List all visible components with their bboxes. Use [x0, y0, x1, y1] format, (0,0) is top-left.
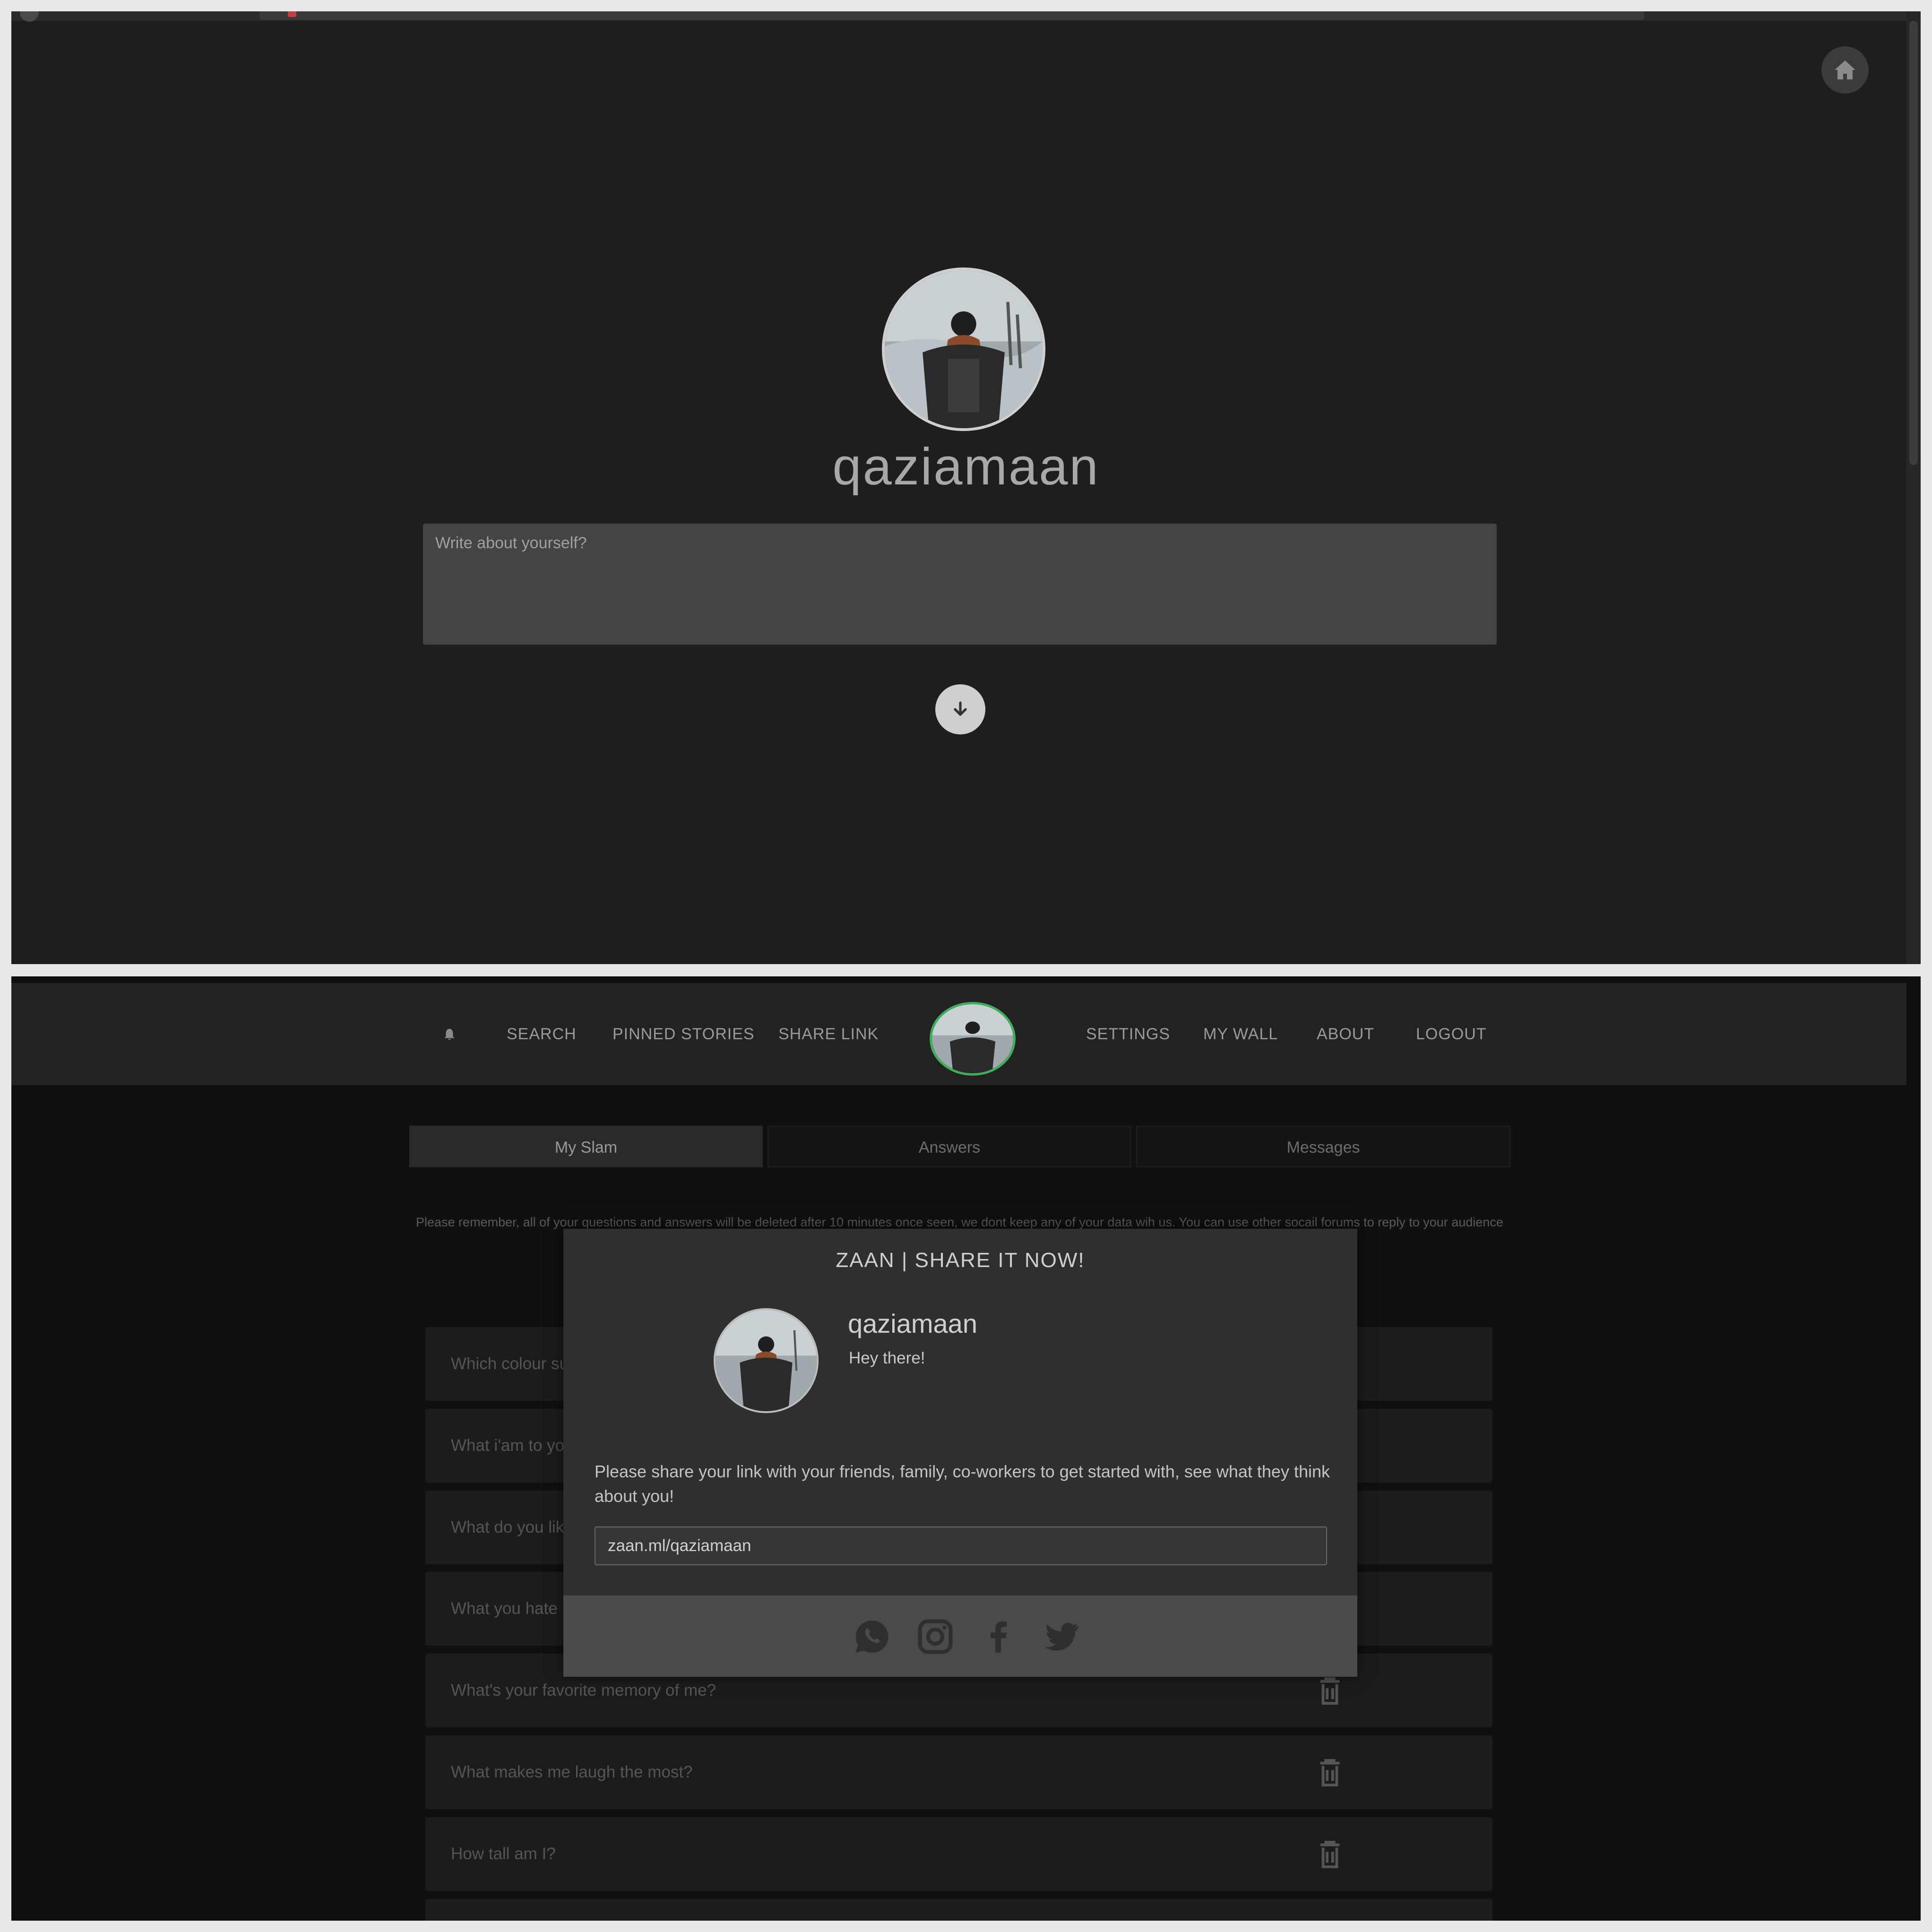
modal-username: qaziamaan [848, 1309, 977, 1338]
avatar-photo [932, 1004, 1013, 1073]
question-row[interactable] [425, 1899, 1492, 1921]
question-text: What makes me laugh the most? [451, 1763, 693, 1781]
content-tabs: My Slam Answers Messages [409, 1126, 1510, 1167]
app-screen: SEARCH PINNED STORIES SHARE LINK SETTING… [11, 976, 1921, 1921]
tab-messages[interactable]: Messages [1136, 1126, 1510, 1167]
save-about-button[interactable] [935, 684, 985, 734]
question-text: How tall am I? [451, 1845, 556, 1863]
question-text: What you hate [451, 1599, 558, 1618]
settings-screen: qaziamaan [11, 11, 1921, 964]
instagram-icon[interactable] [916, 1617, 955, 1656]
arrow-down-icon [954, 701, 967, 716]
back-button[interactable] [20, 11, 39, 22]
profile-username: qaziamaan [832, 438, 1100, 496]
site-icon [288, 11, 296, 17]
nav-logout[interactable]: LOGOUT [1416, 983, 1487, 1085]
share-link-input[interactable] [595, 1527, 1327, 1565]
nav-my-wall[interactable]: MY WALL [1203, 983, 1278, 1085]
question-text: What do you lik [451, 1518, 564, 1536]
nav-about[interactable]: ABOUT [1317, 983, 1374, 1085]
nav-profile-avatar[interactable] [930, 1002, 1016, 1076]
about-yourself-textarea[interactable] [423, 524, 1497, 645]
modal-bio: Hey there! [849, 1349, 925, 1367]
twitter-icon[interactable] [1043, 1617, 1081, 1656]
nav-pinned-stories[interactable]: PINNED STORIES [612, 983, 755, 1085]
address-bar[interactable] [259, 11, 1644, 20]
question-row[interactable]: What makes me laugh the most? [425, 1735, 1492, 1809]
browser-toolbar [11, 11, 1921, 22]
profile-avatar[interactable] [882, 267, 1045, 431]
modal-title: ZAAN | SHARE IT NOW! [836, 1249, 1085, 1272]
home-icon [1835, 60, 1855, 79]
facebook-icon[interactable] [979, 1617, 1018, 1656]
question-text: Which colour su [451, 1354, 569, 1373]
bell-icon[interactable] [442, 1027, 457, 1042]
avatar-photo [885, 270, 1043, 428]
share-modal: ZAAN | SHARE IT NOW! qaziamaan Hey there… [563, 1229, 1357, 1677]
trash-icon[interactable] [1319, 1759, 1341, 1786]
trash-icon[interactable] [1319, 1677, 1341, 1705]
question-row[interactable]: How tall am I? [425, 1817, 1492, 1891]
nav-search[interactable]: SEARCH [507, 983, 577, 1085]
whatsapp-icon[interactable] [853, 1617, 891, 1656]
scrollbar-thumb[interactable] [1909, 21, 1918, 465]
nav-settings[interactable]: SETTINGS [1086, 983, 1170, 1085]
tab-answers[interactable]: Answers [768, 1126, 1131, 1167]
avatar-photo [716, 1310, 817, 1411]
modal-avatar [714, 1308, 819, 1413]
share-icons-bar [563, 1596, 1357, 1677]
top-navigation: SEARCH PINNED STORIES SHARE LINK SETTING… [11, 983, 1906, 1085]
trash-icon[interactable] [1319, 1841, 1341, 1868]
home-button[interactable] [1821, 46, 1869, 94]
tab-my-slam[interactable]: My Slam [409, 1126, 763, 1167]
nav-share-link[interactable]: SHARE LINK [778, 983, 879, 1085]
modal-share-message: Please share your link with your friends… [595, 1462, 1330, 1506]
question-text: What i'am to yo [451, 1436, 565, 1455]
